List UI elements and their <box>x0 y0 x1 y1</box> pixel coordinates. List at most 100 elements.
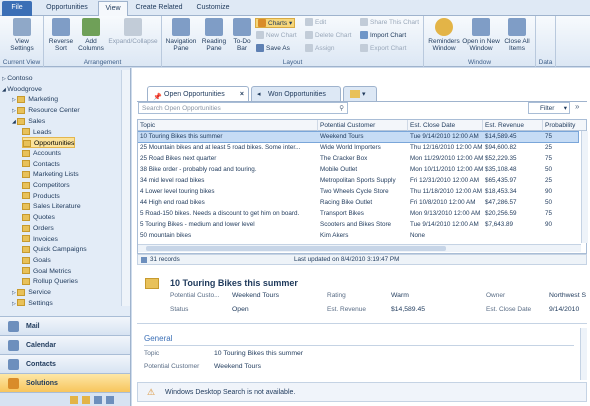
folder-goal-metrics[interactable]: Goal Metrics <box>22 266 71 277</box>
detail-title: 10 Touring Bikes this summer <box>170 278 298 288</box>
table-row[interactable]: 34 mid level road bikes Metropolitan Spor… <box>138 176 578 186</box>
notes-icon[interactable] <box>94 396 102 404</box>
assign-button[interactable]: Assign <box>305 44 335 54</box>
grid-vertical-scrollbar[interactable] <box>581 131 588 243</box>
folder-accounts[interactable]: Accounts <box>22 148 61 159</box>
folder-quick-campaigns[interactable]: Quick Campaigns <box>22 244 87 255</box>
folder-tree-scrollbar[interactable] <box>121 70 130 306</box>
tab-file[interactable]: File <box>2 1 32 16</box>
export-chart-button[interactable]: Export Chart <box>360 44 407 54</box>
save-as-label: Save As <box>266 45 290 52</box>
folder-quotes[interactable]: Quotes <box>22 212 55 223</box>
collapse-pane-icon[interactable]: » <box>575 102 579 111</box>
folder-label: Resource Center <box>28 107 80 115</box>
tab-customize[interactable]: Customize <box>190 1 236 16</box>
folder-icon <box>23 139 31 147</box>
nav-mail-button[interactable]: Mail <box>0 316 130 335</box>
folder-marketing[interactable]: ▷ Marketing <box>12 94 58 105</box>
folder-rollup-queries[interactable]: Rollup Queries <box>22 276 78 287</box>
table-row[interactable]: 38 Bike order - probably road and tourin… <box>138 165 578 175</box>
import-chart-button[interactable]: Import Chart <box>360 31 406 41</box>
configure-buttons-icon[interactable] <box>106 396 114 404</box>
cell-revenue <box>483 231 543 241</box>
opportunities-grid: Topic Potential Customer Est. Close Date… <box>137 119 587 254</box>
close-all-items-button[interactable]: Close All Items <box>501 18 533 52</box>
search-icon[interactable]: ⚲ <box>339 103 344 114</box>
folder-shortcut-icon[interactable] <box>70 396 78 404</box>
detail-scrollbar[interactable] <box>580 328 587 380</box>
folder-contoso[interactable]: ▷ Contoso <box>2 73 33 84</box>
table-row[interactable]: 4 Lower level touring bikes Two Wheels Cy… <box>138 187 578 197</box>
cell-close-date: None <box>410 232 426 239</box>
nav-calendar-button[interactable]: Calendar <box>0 335 130 354</box>
tab-open-opportunities[interactable]: 📌 Open Opportunities × <box>147 86 249 101</box>
reverse-sort-button[interactable]: Reverse Sort <box>46 18 76 52</box>
folder-label: Woodgrove <box>7 85 42 93</box>
column-header-close-date[interactable]: Est. Close Date <box>408 120 483 131</box>
column-header-customer[interactable]: Potential Customer <box>318 120 408 131</box>
detail-topic-label: Topic <box>144 350 160 357</box>
grid-horizontal-scrollbar[interactable] <box>138 244 581 252</box>
folder-contacts[interactable]: Contacts <box>22 159 60 170</box>
folder-sales[interactable]: ◢ Sales <box>12 116 45 127</box>
table-row[interactable]: 5 Touring Bikes - medium and lower level… <box>138 220 578 230</box>
folder-label: Sales Literature <box>33 203 81 211</box>
column-header-revenue[interactable]: Est. Revenue <box>483 120 543 131</box>
table-row[interactable]: 25 Road Bikes next quarter The Cracker Bo… <box>138 154 578 164</box>
search-input[interactable]: Search Open Opportunities ⚲ <box>138 102 348 114</box>
expand-collapse-button[interactable]: Expand/Collapse <box>106 18 160 45</box>
table-row[interactable]: 44 High end road bikes Racing Bike Outlet… <box>138 198 578 208</box>
folder-leads[interactable]: Leads <box>22 127 52 138</box>
tab-view[interactable]: View <box>98 1 128 16</box>
folder-sales-literature[interactable]: Sales Literature <box>22 201 81 212</box>
tab-opportunities[interactable]: Opportunities <box>36 1 98 16</box>
folder-competitors[interactable]: Competitors <box>22 180 70 191</box>
table-row[interactable]: 25 Mountain bikes and at least 5 road bi… <box>138 143 578 153</box>
table-row[interactable]: 5 Road-150 bikes. Needs a discount to ge… <box>138 209 578 219</box>
new-chart-button[interactable]: New Chart <box>256 31 297 41</box>
folder-goals[interactable]: Goals <box>22 255 51 266</box>
table-row[interactable]: 50 mountain bikes Kim Akers None <box>138 231 578 241</box>
nav-solutions-button[interactable]: Solutions <box>0 373 130 392</box>
navigation-pane-button[interactable]: Navigation Pane <box>164 18 198 52</box>
close-tab-icon[interactable]: × <box>240 87 244 102</box>
tab-won-opportunities[interactable]: ◂ Won Opportunities <box>251 86 341 101</box>
folder-orders[interactable]: Orders <box>22 223 54 234</box>
reading-pane-button[interactable]: Reading Pane <box>199 18 229 52</box>
folder-label: Marketing <box>28 96 59 104</box>
folder-service[interactable]: ▷ Service <box>12 287 51 298</box>
delete-chart-button[interactable]: Delete Chart <box>305 31 352 41</box>
add-columns-button[interactable]: Add Columns <box>76 18 106 52</box>
cell-topic: 4 Lower level touring bikes <box>140 188 215 195</box>
contacts-icon <box>8 359 19 370</box>
view-settings-button[interactable]: View Settings <box>4 18 40 52</box>
edit-chart-button[interactable]: Edit <box>305 18 326 28</box>
reverse-sort-label: Reverse Sort <box>48 38 74 52</box>
column-header-probability[interactable]: Probability <box>543 120 586 131</box>
folder-products[interactable]: Products <box>22 191 60 202</box>
charts-button[interactable]: Charts ▾ <box>255 18 296 28</box>
open-new-window-button[interactable]: Open in New Window <box>462 18 500 52</box>
share-chart-button[interactable]: Share This Chart <box>360 18 419 28</box>
folder-woodgrove[interactable]: ◢ Woodgrove <box>2 84 42 95</box>
reminders-window-button[interactable]: Reminders Window <box>426 18 462 52</box>
folder-invoices[interactable]: Invoices <box>22 234 58 245</box>
column-header-topic[interactable]: Topic <box>138 120 318 131</box>
folder-list-icon[interactable] <box>82 396 90 404</box>
todo-bar-button[interactable]: To-Do Bar <box>230 18 254 52</box>
solutions-icon <box>8 378 19 389</box>
nav-contacts-button[interactable]: Contacts <box>0 354 130 373</box>
tab-create-related[interactable]: Create Related <box>130 1 188 16</box>
folder-marketing-lists[interactable]: Marketing Lists <box>22 169 79 180</box>
cell-topic: 38 Bike order - probably road and tourin… <box>140 166 257 173</box>
table-row[interactable]: 10 Touring Bikes this summer Weekend Tour… <box>138 131 579 143</box>
records-icon <box>141 257 147 263</box>
save-as-button[interactable]: Save As <box>256 44 290 54</box>
filter-dropdown[interactable]: Filter ▾ <box>528 102 570 114</box>
folder-tree: ▷ Contoso ◢ Woodgrove ▷ Marketing ▷ Resourc… <box>0 70 120 306</box>
folder-resource-center[interactable]: ▷ Resource Center <box>12 105 80 116</box>
horizontal-scroll-thumb[interactable] <box>146 246 446 251</box>
folder-settings[interactable]: ▷ Settings <box>12 298 53 306</box>
folder-opportunities[interactable]: Opportunities <box>22 137 76 149</box>
tab-add-view[interactable]: ▾ <box>343 86 377 101</box>
